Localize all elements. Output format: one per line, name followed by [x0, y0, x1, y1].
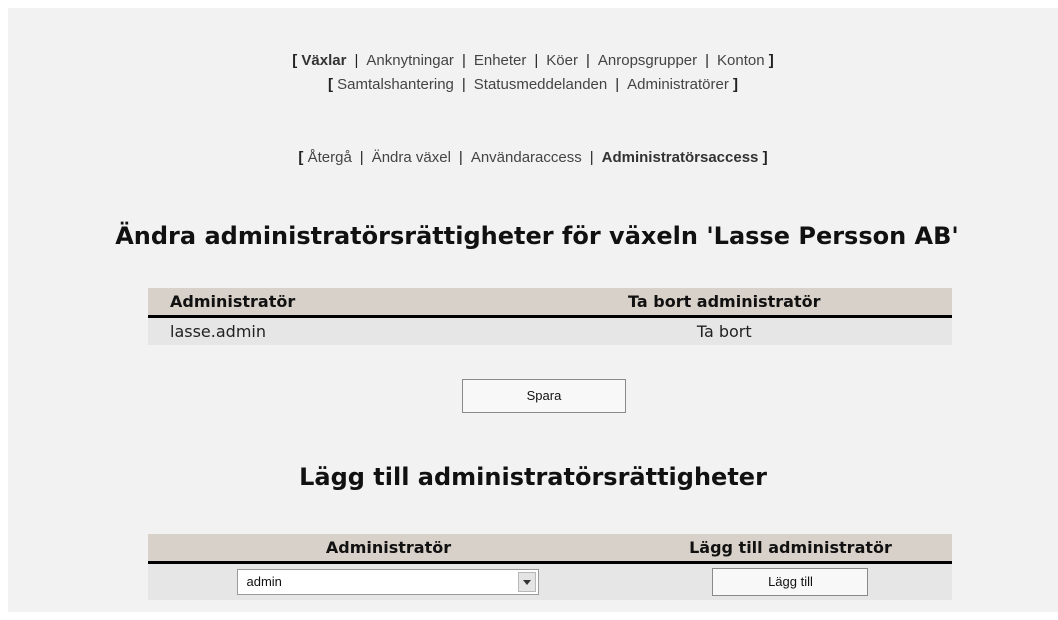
add-admin-button[interactable]: Lägg till: [712, 568, 869, 596]
add-section-title: Lägg till administratörsrättigheter: [299, 463, 767, 491]
chevron-down-icon[interactable]: [518, 572, 537, 592]
nav-separator: |: [461, 76, 466, 93]
nav-link-samtalshantering[interactable]: Samtalshantering: [337, 76, 454, 93]
admin-column-header: Administratör: [148, 288, 497, 318]
admin-select-column-header: Administratör: [148, 534, 629, 564]
nav-separator: |: [615, 76, 620, 93]
nav-separator: |: [359, 149, 364, 166]
admin-select-value: admin: [246, 574, 282, 589]
nav-link-administratorsaccess[interactable]: Administratörsaccess: [602, 149, 759, 166]
nav-link-koer[interactable]: Köer: [546, 52, 578, 69]
nav-separator: |: [585, 52, 590, 69]
table-row: admin Lägg till: [148, 562, 952, 600]
save-button[interactable]: Spara: [462, 379, 626, 413]
nav-separator: |: [354, 52, 359, 69]
close-bracket: ]: [733, 76, 739, 93]
nav-link-statusmeddelanden[interactable]: Statusmeddelanden: [474, 76, 607, 93]
page-container: [ Växlar | Anknytningar | Enheter | Köer | Anrop…: [8, 8, 1058, 612]
nav-link-aterga[interactable]: Återgå: [308, 149, 352, 166]
remove-column-header: Ta bort administratör: [496, 288, 952, 318]
admin-select-cell: admin: [148, 562, 629, 600]
add-column-header: Lägg till administratör: [628, 534, 952, 564]
nav-separator: |: [589, 149, 594, 166]
nav-link-andra-vaxel[interactable]: Ändra växel: [372, 149, 451, 166]
nav-separator: |: [458, 149, 463, 166]
nav-link-enheter[interactable]: Enheter: [474, 52, 527, 69]
nav-link-anvandaraccess[interactable]: Användaraccess: [471, 149, 582, 166]
nav-link-anropsgrupper[interactable]: Anropsgrupper: [598, 52, 697, 69]
nav-separator: |: [534, 52, 539, 69]
admin-table-header-row: Administratör Ta bort administratör: [148, 288, 952, 318]
nav-separator: |: [705, 52, 710, 69]
table-row: lasse.admin Ta bort: [148, 316, 952, 345]
page-title: Ändra administratörsrättigheter för växe…: [115, 222, 959, 250]
close-bracket: ]: [768, 52, 774, 69]
main-nav-row-2: [ Samtalshantering | Statusmeddelanden | Adm…: [8, 76, 1058, 93]
nav-separator: |: [461, 52, 466, 69]
add-button-cell: Lägg till: [628, 562, 952, 600]
nav-link-administratorer[interactable]: Administratörer: [627, 76, 729, 93]
nav-link-konton[interactable]: Konton: [717, 52, 765, 69]
close-bracket: ]: [762, 149, 768, 166]
open-bracket: [: [292, 52, 298, 69]
nav-link-anknytningar[interactable]: Anknytningar: [366, 52, 454, 69]
open-bracket: [: [298, 149, 304, 166]
admin-table: Administratör Ta bort administratör lass…: [148, 288, 952, 345]
admin-name-cell: lasse.admin: [148, 316, 497, 345]
add-admin-table: Administratör Lägg till administratör ad…: [148, 534, 952, 600]
remove-admin-link[interactable]: Ta bort: [496, 316, 952, 345]
open-bracket: [: [327, 76, 333, 93]
admin-select[interactable]: admin: [237, 569, 540, 595]
sub-nav: [ Återgå | Ändra växel | Användaraccess | Admi…: [8, 149, 1058, 166]
add-table-header-row: Administratör Lägg till administratör: [148, 534, 952, 564]
nav-link-vaxlar[interactable]: Växlar: [301, 52, 346, 69]
main-nav-row-1: [ Växlar | Anknytningar | Enheter | Köer | Anrop…: [8, 52, 1058, 69]
